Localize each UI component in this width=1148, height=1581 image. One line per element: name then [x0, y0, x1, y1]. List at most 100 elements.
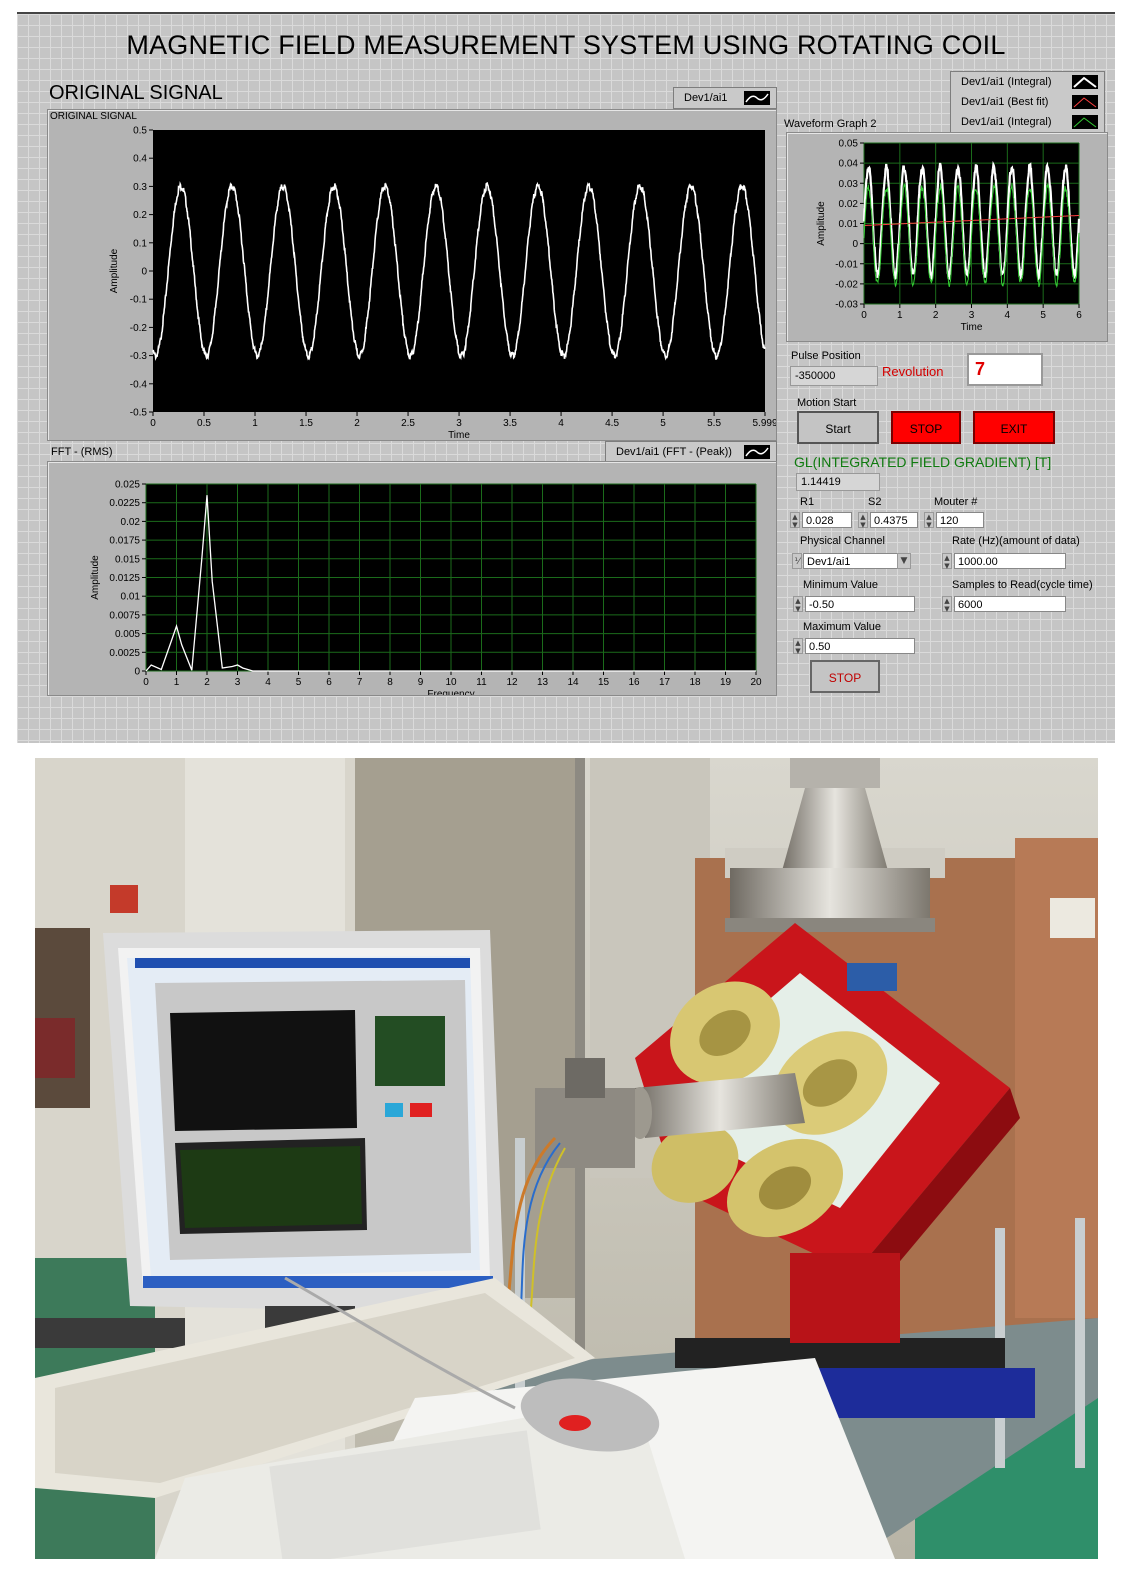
y-tick-label: -0.5 — [130, 408, 148, 419]
y-tick-label: 0.5 — [133, 126, 147, 137]
x-tick-label: 13 — [537, 677, 549, 688]
fft-graph: 0 1 2 3 4 5 6 7 8 9 10 11 12 13 14 15 16 17 18 19 20 0.025 0.0… — [47, 461, 777, 696]
samples-label: Samples to Read(cycle time) — [952, 579, 1093, 591]
chevron-down-icon[interactable]: ▼ — [897, 553, 911, 569]
y-tick-label: 0.0075 — [109, 610, 140, 621]
plot-style-icon — [1072, 75, 1098, 89]
x-axis-label: Time — [961, 322, 983, 333]
stop-button[interactable]: STOP — [891, 411, 961, 444]
waveform2-label: Waveform Graph 2 — [784, 118, 877, 130]
max-increment-icon[interactable]: ▲ ▼ — [793, 638, 803, 655]
lab-setup-photo — [35, 758, 1098, 1559]
legend-label: Dev1/ai1 (FFT - (Peak)) — [616, 446, 732, 458]
x-tick-label: 6 — [326, 677, 332, 688]
rate-label: Rate (Hz)(amount of data) — [952, 535, 1080, 547]
waveform2-chart: 0 1 2 3 4 5 6 0.05 0.04 0.03 0.02 0.01 0 -0.01 -0.02 -0… — [816, 139, 1082, 334]
minimum-value-input[interactable]: -0.50 — [805, 596, 915, 612]
original-signal-legend[interactable]: Dev1/ai1 — [673, 87, 777, 109]
r1-input[interactable]: 0.028 — [802, 512, 852, 528]
x-tick-label: 5.5 — [707, 418, 721, 429]
fft-graph-label: FFT - (RMS) — [51, 446, 113, 458]
y-tick-label: 0 — [134, 667, 140, 678]
y-tick-label: -0.3 — [130, 351, 148, 362]
legend-label: Dev1/ai1 (Integral) — [961, 116, 1052, 128]
s2-input[interactable]: 0.4375 — [870, 512, 918, 528]
plot-style-icon — [1072, 95, 1098, 109]
maximum-value-input[interactable]: 0.50 — [805, 638, 915, 654]
y-tick-label: 0.0175 — [109, 536, 140, 547]
x-tick-label: 14 — [567, 677, 579, 688]
y-tick-label: 0.1 — [133, 238, 147, 249]
y-tick-label: 0.015 — [115, 554, 140, 565]
x-tick-label: 6 — [1076, 310, 1082, 321]
pulse-position-indicator: -350000 — [790, 366, 878, 386]
s2-increment-icon[interactable]: ▲ ▼ — [858, 512, 868, 529]
rate-increment-icon[interactable]: ▲ ▼ — [942, 553, 952, 570]
y-tick-label: 0.04 — [839, 159, 859, 170]
gl-indicator: 1.14419 — [796, 473, 880, 491]
y-tick-label: -0.1 — [130, 295, 148, 306]
min-increment-icon[interactable]: ▲ ▼ — [793, 596, 803, 613]
x-tick-label: 0 — [861, 310, 867, 321]
x-tick-label: 3 — [969, 310, 975, 321]
x-tick-label: 3 — [235, 677, 241, 688]
start-button[interactable]: Start — [797, 411, 879, 444]
samples-increment-icon[interactable]: ▲ ▼ — [942, 596, 952, 613]
revolution-indicator: 7 — [967, 353, 1043, 386]
legend-label: Dev1/ai1 (Integral) — [961, 76, 1052, 88]
plot-style-icon — [744, 91, 770, 105]
io-name-icon[interactable]: ⅟ — [792, 553, 802, 569]
maximum-value-label: Maximum Value — [803, 621, 882, 633]
x-tick-label: 16 — [628, 677, 640, 688]
waveform2-graph: 0 1 2 3 4 5 6 0.05 0.04 0.03 0.02 0.01 0 -0.01 -0.02 -0… — [786, 132, 1108, 342]
y-tick-label: 0.01 — [121, 592, 141, 603]
physical-channel-label: Physical Channel — [800, 535, 885, 547]
x-tick-label: 2.5 — [401, 418, 415, 429]
mouter-increment-icon[interactable]: ▲ ▼ — [924, 512, 934, 529]
original-signal-chart: 0 0.5 1 1.5 2 2.5 3 3.5 4 4.5 5 5.5 5.999 0.5 0.4 0.3 0.… — [109, 126, 776, 441]
fft-legend[interactable]: Dev1/ai1 (FFT - (Peak)) — [605, 441, 777, 463]
y-tick-label: 0.005 — [115, 629, 140, 640]
x-tick-label: 18 — [689, 677, 701, 688]
pulse-position-label: Pulse Position — [791, 350, 861, 362]
x-tick-label: 0 — [150, 418, 156, 429]
y-axis-label: Amplitude — [109, 248, 120, 293]
legend-row: Dev1/ai1 (Best fit) — [951, 92, 1104, 112]
x-axis-label: Time — [448, 430, 470, 440]
x-tick-label: 4 — [265, 677, 271, 688]
x-tick-label: 9 — [418, 677, 424, 688]
legend-row: Dev1/ai1 (Integral) — [951, 112, 1104, 132]
rate-input[interactable]: 1000.00 — [954, 553, 1066, 569]
y-tick-label: 0.02 — [121, 517, 141, 528]
x-tick-label: 5 — [296, 677, 302, 688]
samples-input[interactable]: 6000 — [954, 596, 1066, 612]
r1-increment-icon[interactable]: ▲ ▼ — [790, 512, 800, 529]
stop-acquisition-button[interactable]: STOP — [810, 660, 880, 693]
x-tick-label: 3.5 — [503, 418, 517, 429]
x-tick-label: 2 — [933, 310, 939, 321]
x-tick-label: 5 — [1040, 310, 1046, 321]
x-tick-label: 2 — [204, 677, 210, 688]
minimum-value-label: Minimum Value — [803, 579, 878, 591]
r1-label: R1 — [800, 496, 815, 508]
x-tick-label: 12 — [506, 677, 518, 688]
y-tick-label: 0.02 — [839, 199, 859, 210]
y-tick-label: 0.025 — [115, 480, 140, 491]
x-tick-label: 15 — [598, 677, 610, 688]
x-tick-label: 11 — [476, 677, 487, 688]
y-tick-label: 0.4 — [133, 154, 147, 165]
fft-chart: 0 1 2 3 4 5 6 7 8 9 10 11 12 13 14 15 16 17 18 19 200.0250.0… — [90, 480, 762, 696]
legend-row: Dev1/ai1 (Integral) — [951, 72, 1104, 92]
physical-channel-select[interactable]: Dev1/ai1 — [803, 553, 901, 569]
mouter-input[interactable]: 120 — [936, 512, 984, 528]
exit-button[interactable]: EXIT — [973, 411, 1055, 444]
x-tick-label: 10 — [445, 677, 457, 688]
motion-start-label: Motion Start — [797, 397, 857, 409]
waveform2-legend[interactable]: Dev1/ai1 (Integral) Dev1/ai1 (Best fit) … — [950, 71, 1105, 135]
y-tick-label: 0 — [852, 239, 858, 250]
x-tick-label: 0.5 — [197, 418, 211, 429]
x-tick-label: 4.5 — [605, 418, 619, 429]
y-tick-label: -0.4 — [130, 379, 148, 390]
original-signal-header: ORIGINAL SIGNAL — [49, 82, 223, 104]
x-tick-label: 1 — [897, 310, 903, 321]
